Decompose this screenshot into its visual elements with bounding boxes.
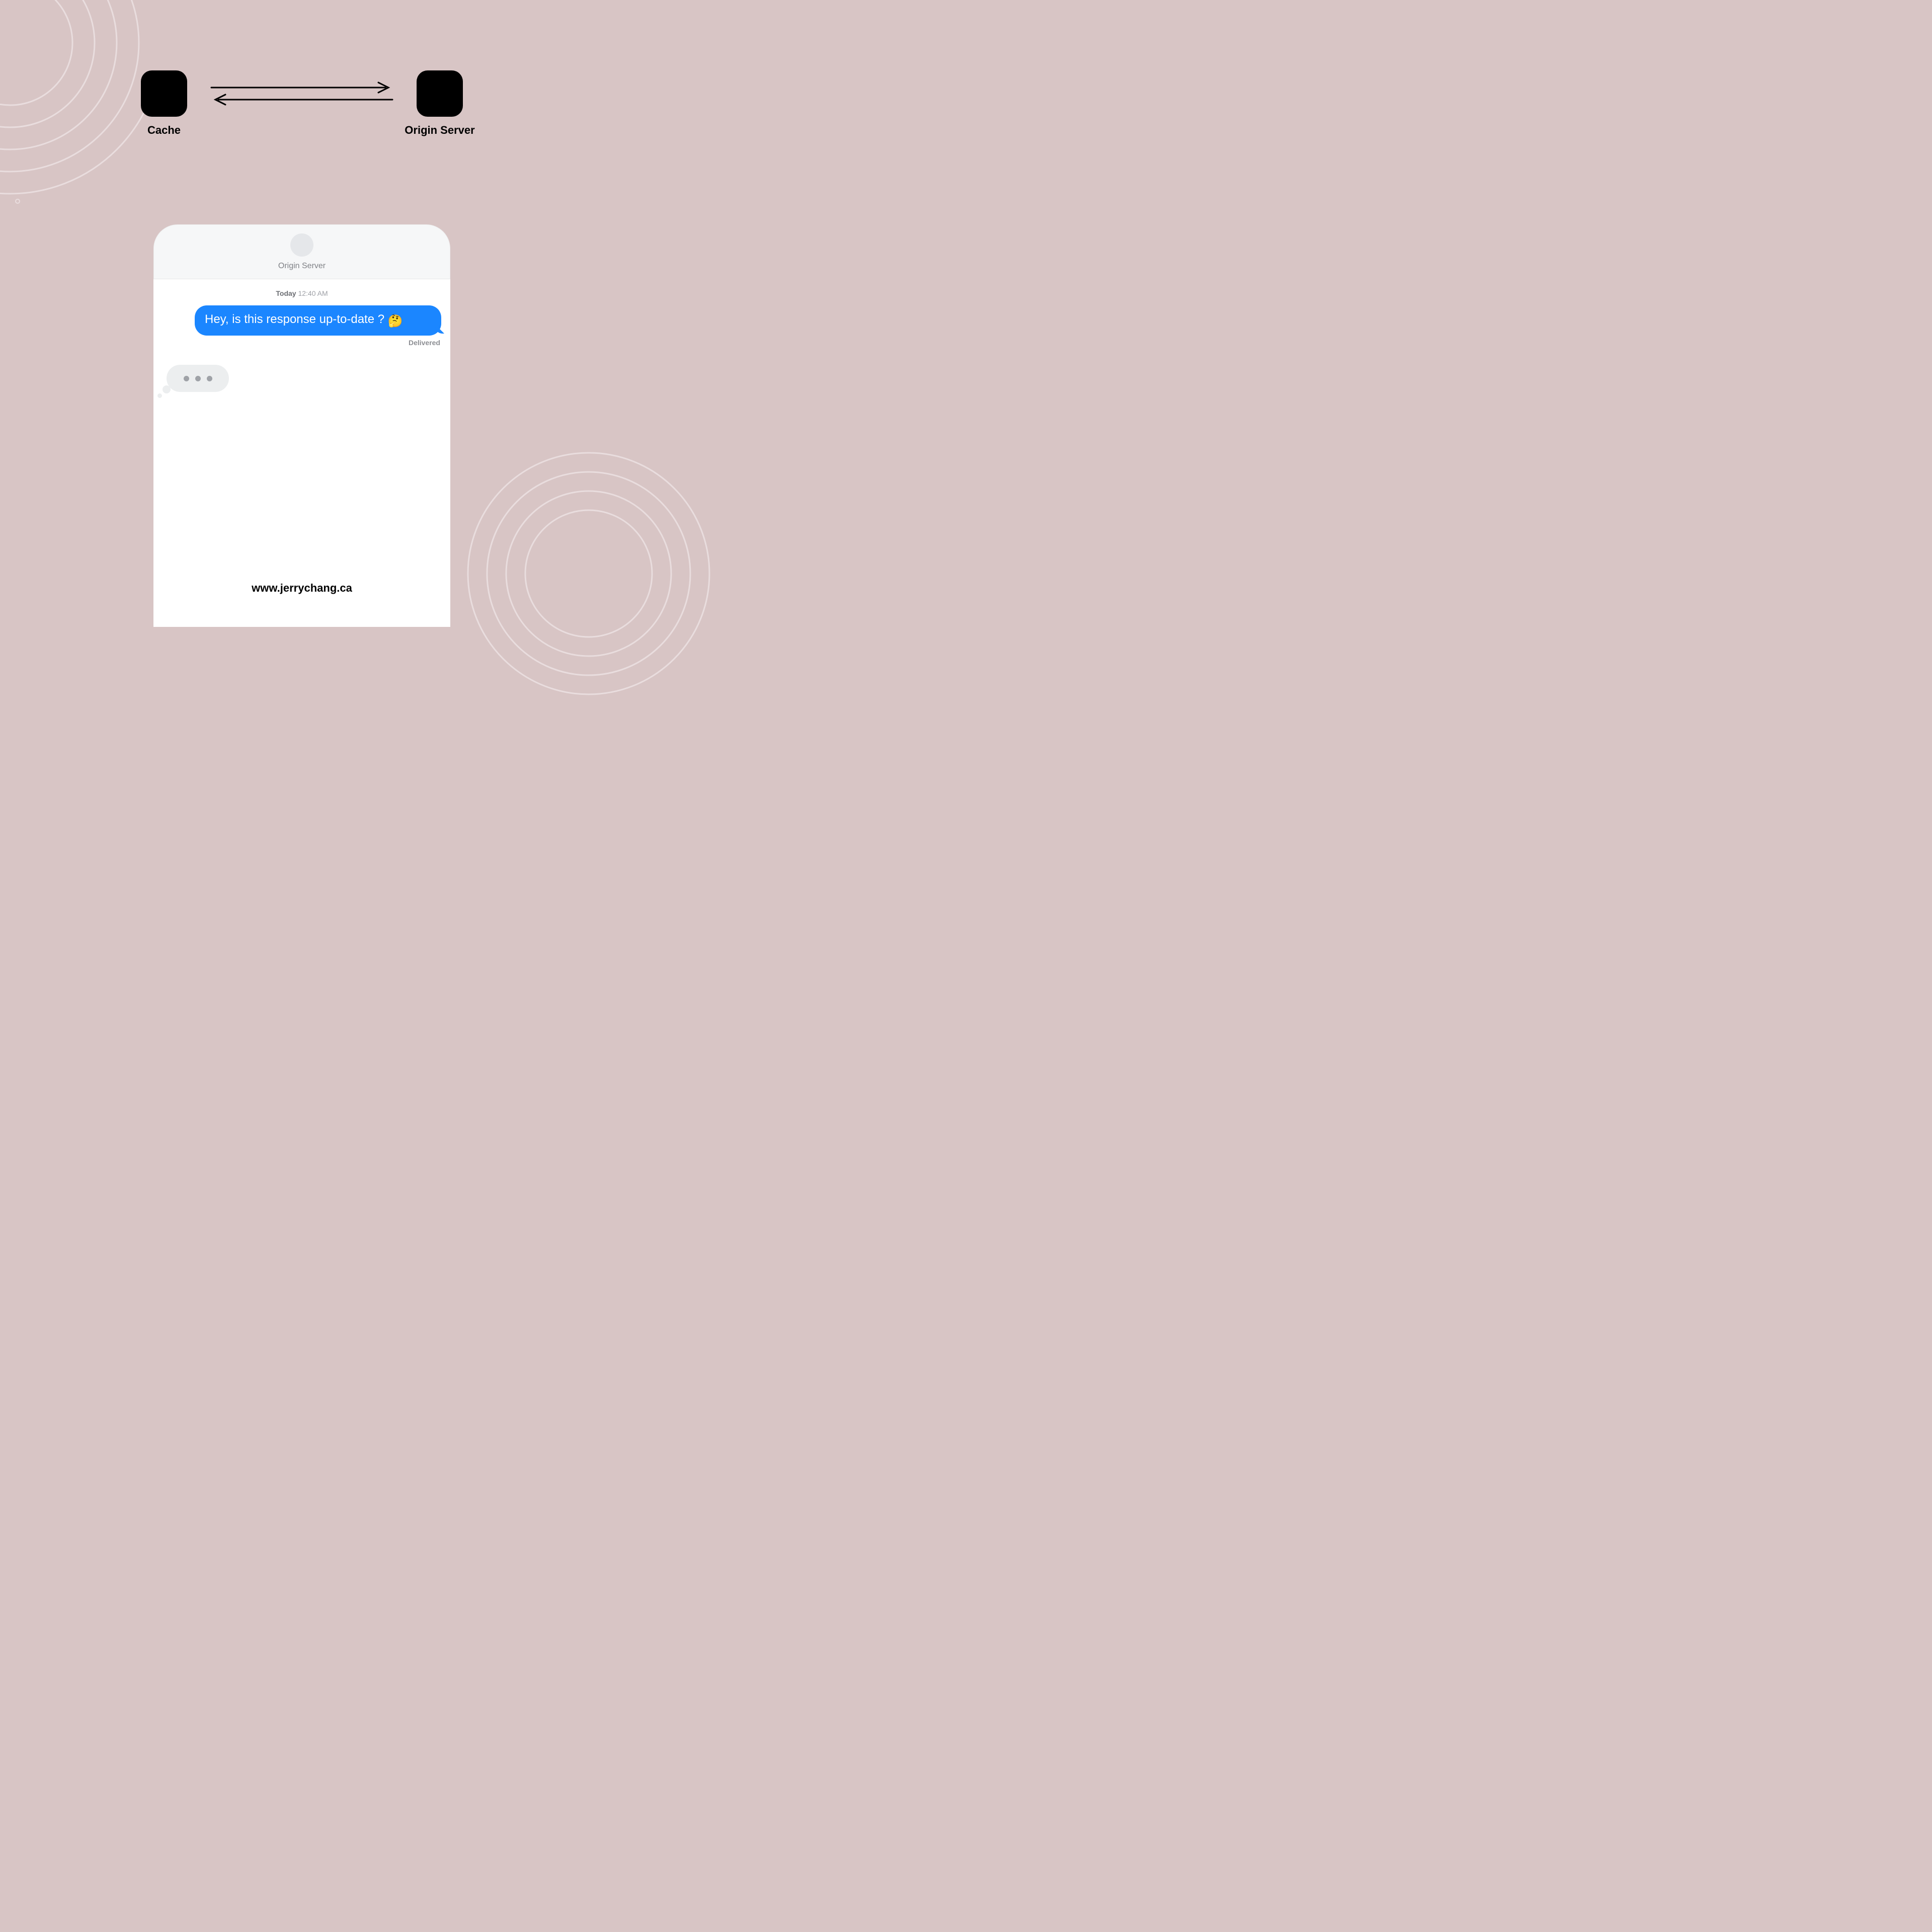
chat-header: Origin Server bbox=[153, 224, 450, 279]
decoration-rings-top-left bbox=[0, 0, 151, 201]
contact-avatar bbox=[290, 233, 313, 257]
origin-server-node bbox=[417, 70, 463, 117]
outgoing-message-bubble: Hey, is this response up-to-date ? 🤔 bbox=[195, 305, 441, 336]
typing-dot-icon bbox=[207, 376, 212, 381]
decoration-dot bbox=[15, 199, 20, 204]
timestamp-time: 12:40 AM bbox=[298, 289, 328, 297]
origin-server-label: Origin Server bbox=[399, 124, 480, 137]
footer-url: www.jerrychang.ca bbox=[252, 582, 352, 595]
typing-dot-icon bbox=[195, 376, 201, 381]
typing-indicator bbox=[167, 365, 229, 392]
delivery-status: Delivered bbox=[153, 339, 440, 347]
outgoing-message-text: Hey, is this response up-to-date ? bbox=[205, 312, 384, 326]
timestamp-day: Today bbox=[276, 289, 296, 297]
decoration-rings-bottom-right bbox=[463, 448, 714, 699]
cache-node bbox=[141, 70, 187, 117]
cache-origin-diagram: Cache Origin Server bbox=[141, 70, 463, 137]
bidirectional-arrows-icon bbox=[197, 79, 407, 108]
cache-label: Cache bbox=[141, 124, 187, 137]
chat-body: Today 12:40 AM Hey, is this response up-… bbox=[153, 279, 450, 627]
thinking-face-emoji-icon: 🤔 bbox=[388, 314, 403, 329]
phone-chat-mockup: Origin Server Today 12:40 AM Hey, is thi… bbox=[153, 224, 450, 627]
typing-dot-icon bbox=[184, 376, 189, 381]
chat-timestamp: Today 12:40 AM bbox=[153, 289, 450, 297]
contact-name: Origin Server bbox=[153, 262, 450, 271]
